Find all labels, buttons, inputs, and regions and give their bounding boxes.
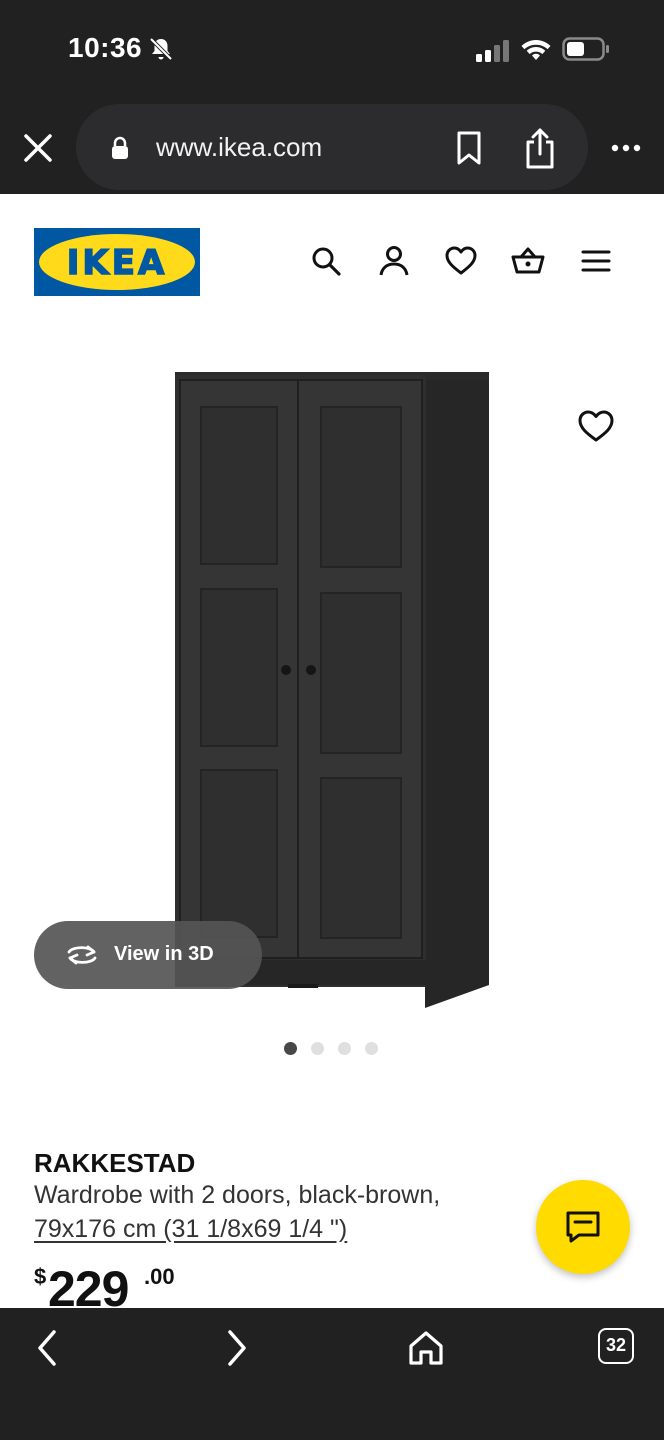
carousel-dot-2[interactable] xyxy=(311,1042,324,1055)
close-icon[interactable] xyxy=(18,128,58,168)
view-in-3d-button[interactable]: View in 3D xyxy=(34,921,262,989)
carousel-dot-1[interactable] xyxy=(284,1042,297,1055)
address-bar[interactable]: www.ikea.com xyxy=(76,104,588,190)
price-decimal: .00 xyxy=(144,1264,175,1289)
tabs-button[interactable]: 32 xyxy=(598,1328,634,1364)
signal-icon xyxy=(476,40,509,62)
logo-text: IKEA xyxy=(66,242,168,284)
view-in-3d-label: View in 3D xyxy=(114,943,214,965)
price-currency: $ xyxy=(34,1264,47,1289)
wifi-icon xyxy=(521,40,551,60)
forward-icon[interactable] xyxy=(216,1328,256,1368)
carousel-dot-3[interactable] xyxy=(338,1042,351,1055)
browser-toolbar: www.ikea.com xyxy=(0,100,664,194)
chat-button[interactable] xyxy=(536,1180,630,1274)
url-text: www.ikea.com xyxy=(156,132,323,162)
back-icon[interactable] xyxy=(28,1328,68,1368)
lock-icon xyxy=(112,136,128,159)
panel xyxy=(200,406,278,565)
add-to-favourites-heart-icon[interactable] xyxy=(576,408,616,444)
wardrobe-side xyxy=(425,376,489,1008)
product-description: Wardrobe with 2 doors, black-brown, xyxy=(34,1181,441,1209)
carousel-dot-4[interactable] xyxy=(365,1042,378,1055)
panel xyxy=(320,406,402,568)
share-icon[interactable] xyxy=(522,126,558,170)
chat-icon xyxy=(566,1211,600,1243)
status-time: 10:36 xyxy=(68,32,143,63)
search-icon[interactable] xyxy=(309,244,343,278)
home-icon[interactable] xyxy=(406,1328,446,1368)
browser-bottom-bar: 32 xyxy=(0,1308,664,1440)
panel xyxy=(320,777,402,939)
rotate-3d-icon xyxy=(67,945,97,965)
wardrobe-foot xyxy=(288,984,318,988)
battery-icon xyxy=(562,37,609,61)
door-knob xyxy=(281,665,291,675)
site-header: IKEA xyxy=(0,194,664,324)
product-name: RAKKESTAD xyxy=(34,1148,196,1178)
menu-icon[interactable] xyxy=(579,244,613,278)
more-icon[interactable] xyxy=(606,134,646,162)
panel xyxy=(200,769,278,938)
ikea-logo[interactable]: IKEA xyxy=(34,228,200,296)
status-bar: 10:36 xyxy=(0,0,664,100)
door-knob xyxy=(306,665,316,675)
user-icon[interactable] xyxy=(377,244,411,278)
bookmark-icon[interactable] xyxy=(454,130,484,166)
bell-slash-icon xyxy=(149,37,173,61)
product-size-link[interactable]: 79x176 cm (31 1/8x69 1/4 ") xyxy=(34,1215,347,1244)
basket-icon[interactable] xyxy=(511,244,545,278)
panel xyxy=(200,588,278,747)
heart-icon[interactable] xyxy=(444,244,478,278)
panel xyxy=(320,592,402,754)
